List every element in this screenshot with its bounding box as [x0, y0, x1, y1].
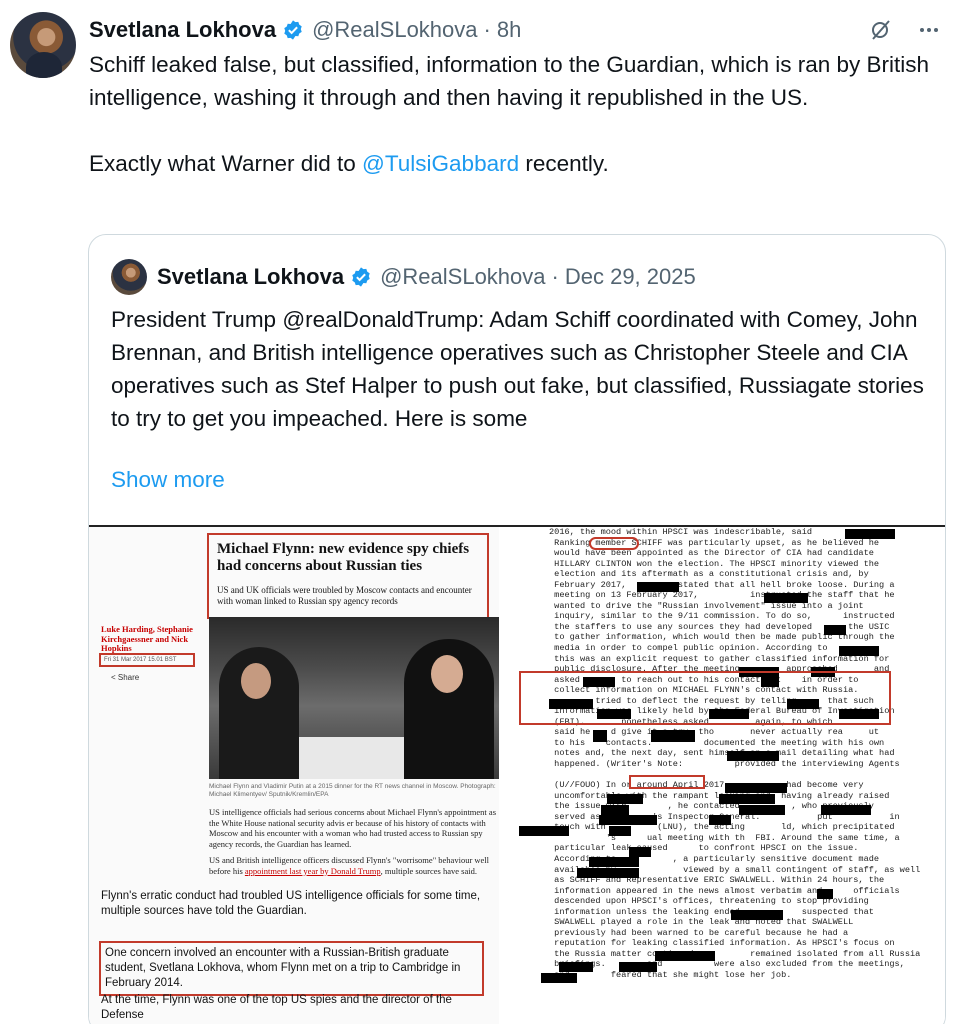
redaction [651, 730, 695, 742]
redaction [739, 805, 785, 815]
tweet-paragraph-2: Exactly what Warner did to @TulsiGabbard… [89, 147, 949, 180]
photo-face-left [241, 663, 271, 699]
article-standfirst: US and UK officials were troubled by Mos… [217, 585, 472, 606]
quoted-text: President Trump @realDonaldTrump: Adam S… [111, 307, 924, 431]
quoted-author-name[interactable]: Svetlana Lokhova [157, 264, 344, 290]
redaction [709, 815, 731, 825]
redaction [609, 826, 631, 836]
redaction [607, 794, 643, 804]
article-body: US intelligence officials had serious co… [209, 807, 499, 882]
redaction [731, 910, 783, 920]
quoted-avatar[interactable] [111, 259, 147, 295]
redaction [541, 973, 577, 983]
redaction [824, 625, 846, 635]
redaction [637, 582, 679, 592]
redaction [599, 815, 657, 825]
annotation-box-april-2017 [629, 775, 705, 789]
quoted-header: Svetlana Lokhova @RealSLokhova · Dec 29,… [111, 259, 696, 295]
redaction [589, 857, 639, 867]
annotation-box-flynn-request [519, 671, 891, 725]
tweet-header: Svetlana Lokhova @RealSLokhova · 8h [89, 14, 939, 46]
tweet-time[interactable]: 8h [497, 17, 521, 43]
article-share: < Share [111, 673, 140, 682]
classified-document-screenshot: 2016, the mood within HPSCI was indescri… [519, 527, 945, 1024]
redaction [764, 593, 808, 603]
redaction [719, 794, 775, 804]
redaction [845, 529, 895, 539]
article-date: Fri 31 Mar 2017 15.01 BST [99, 653, 195, 667]
separator-dot: · [483, 17, 491, 42]
quoted-image[interactable]: Michael Flynn: new evidence spy chiefs h… [89, 525, 945, 1024]
author-handle[interactable]: @RealSLokhova [312, 17, 477, 43]
guardian-article-screenshot: Michael Flynn: new evidence spy chiefs h… [89, 527, 499, 1024]
article-authors: Luke Harding, Stephanie Kirchgaessner an… [101, 624, 193, 653]
mention-link[interactable]: @TulsiGabbard [362, 151, 519, 176]
quoted-handle[interactable]: @RealSLokhova [380, 264, 545, 290]
article-body-2: US and British intelligence officers dis… [209, 855, 499, 876]
verified-badge-icon [282, 19, 304, 41]
quoted-tweet[interactable]: Svetlana Lokhova @RealSLokhova · Dec 29,… [88, 234, 946, 1024]
article-paragraph-2: At the time, Flynn was one of the top US… [101, 994, 452, 1021]
redaction [839, 646, 879, 656]
tweet-text: Schiff leaked false, but classified, inf… [89, 48, 949, 213]
article-inline-link: appointment last year by Donald Trump [244, 865, 381, 876]
author-avatar[interactable] [10, 12, 76, 78]
tweet-text-prefix: Exactly what Warner did to [89, 151, 363, 176]
article-concern-box: One concern involved an encounter with a… [99, 941, 484, 996]
author-name[interactable]: Svetlana Lokhova [89, 17, 276, 43]
tweet-paragraph-1: Schiff leaked false, but classified, inf… [89, 52, 930, 110]
show-more-link[interactable]: Show more [111, 467, 225, 493]
redaction [655, 951, 715, 961]
article-photo [209, 617, 499, 779]
redaction [559, 962, 593, 972]
photo-table [299, 737, 409, 779]
redaction [519, 826, 569, 836]
redaction [817, 889, 833, 899]
redaction [619, 962, 657, 972]
article-body-1: US intelligence officials had serious co… [209, 807, 497, 849]
redaction [725, 783, 787, 793]
separator-dot: · [551, 264, 559, 289]
verified-badge-icon [350, 266, 372, 288]
grok-icon[interactable] [868, 17, 894, 43]
photo-caption: Michael Flynn and Vladimir Putin at a 20… [209, 783, 496, 798]
redaction [577, 868, 639, 878]
redaction [629, 847, 651, 857]
more-icon[interactable] [916, 17, 942, 43]
article-paragraph-1: Flynn's erratic conduct had troubled US … [101, 890, 481, 917]
article-headline: Michael Flynn: new evidence spy chiefs h… [217, 541, 470, 574]
redaction [727, 751, 779, 761]
redaction [593, 730, 607, 742]
tweet-text-suffix: recently. [519, 151, 609, 176]
body-2-suffix: , multiple sources have said. [380, 865, 477, 876]
redaction [601, 805, 629, 815]
redaction [821, 805, 871, 815]
quoted-date[interactable]: Dec 29, 2025 [565, 264, 696, 290]
article-headline-box: Michael Flynn: new evidence spy chiefs h… [207, 533, 489, 619]
annotation-box-schiff [589, 537, 639, 550]
photo-face-right [431, 655, 463, 693]
